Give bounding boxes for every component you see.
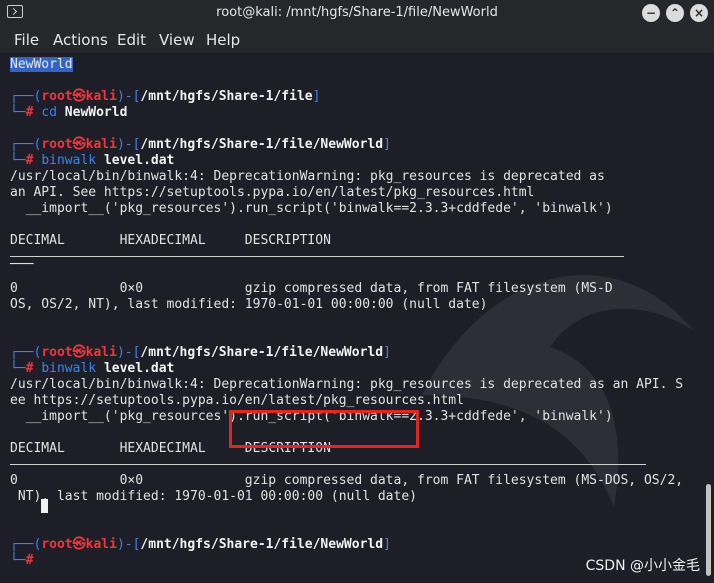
separator-line [10,256,624,257]
warning-line: __import__('pkg_resources').run_script('… [10,201,613,216]
result-row: OS, OS/2, NT), last modified: 1970-01-01… [10,297,488,312]
prompt-line-3: ┌──(root㉿kali)-[/mnt/hgfs/Share-1/file/N… [10,345,391,360]
separator-tail: ─── [10,257,34,272]
warning-line: an API. See https://setuptools.pypa.io/e… [10,185,535,200]
warning-line: /usr/local/bin/binwalk:4: DeprecationWar… [10,169,605,184]
prompt-line-2: ┌──(root㉿kali)-[/mnt/hgfs/Share-1/file/N… [10,137,391,152]
command-line-1: └─# cd NewWorld [10,105,128,120]
window-title: root@kali: /mnt/hgfs/Share-1/file/NewWor… [216,5,498,20]
result-row: NT), last modified: 1970-01-01 00:00:00 … [10,489,417,504]
highlight-box [229,410,419,448]
menu-view[interactable]: View [159,31,195,49]
selected-text: NewWorld [10,57,73,72]
terminal-output[interactable]: NewWorld ┌──(root㉿kali)-[/mnt/hgfs/Share… [0,53,704,583]
command-line-3: └─# binwalk level.dat [10,361,175,376]
prompt-line-4: ┌──(root㉿kali)-[/mnt/hgfs/Share-1/file/N… [10,537,391,552]
minimize-button[interactable]: − [642,4,660,22]
menu-help[interactable]: Help [206,31,240,49]
scrollbar-thumb[interactable] [706,484,711,576]
menu-bar: File Actions Edit View Help [0,26,714,53]
menu-file[interactable]: File [14,31,39,49]
warning-line: /usr/local/bin/binwalk:4: DeprecationWar… [10,377,684,392]
prompt-line-1: ┌──(root㉿kali)-[/mnt/hgfs/Share-1/file] [10,89,321,104]
menu-actions[interactable]: Actions [53,31,108,49]
csdn-watermark: CSDN @小小金毛 [585,558,700,574]
separator-line [10,464,646,465]
result-row: 0 0×0 gzip compressed data, from FAT fil… [10,473,684,488]
table-header: DECIMAL HEXADECIMAL DESCRIPTION [10,233,331,248]
title-bar: root@kali: /mnt/hgfs/Share-1/file/NewWor… [0,0,714,26]
menu-edit[interactable]: Edit [117,31,146,49]
result-row: 0 0×0 gzip compressed data, from FAT fil… [10,281,613,296]
close-button[interactable]: × [690,4,708,22]
command-line-4: └─# [10,553,34,568]
text-cursor [41,499,48,513]
command-line-2: └─# binwalk level.dat [10,153,175,168]
maximize-button[interactable]: ⌃ [666,4,684,22]
warning-line: ee https://setuptools.pypa.io/en/latest/… [10,393,464,408]
